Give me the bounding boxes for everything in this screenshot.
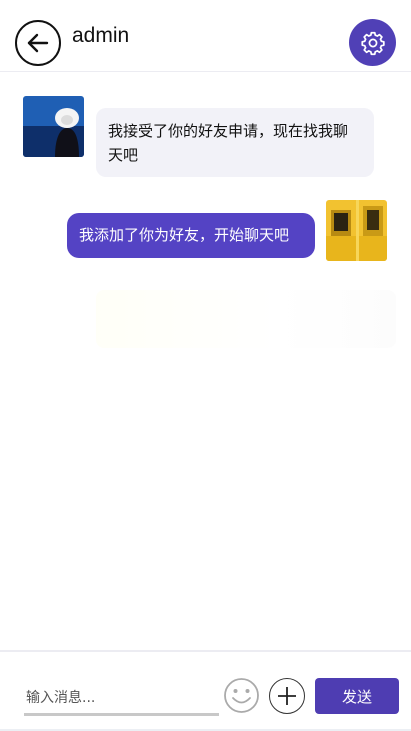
gear-icon bbox=[360, 31, 385, 55]
emoji-button[interactable] bbox=[223, 677, 260, 714]
placeholder-card bbox=[96, 290, 396, 348]
message-composer: 发送 bbox=[0, 650, 411, 731]
back-button[interactable] bbox=[15, 20, 61, 66]
yellow-train-photo bbox=[326, 200, 387, 261]
person-with-hat-photo bbox=[23, 96, 84, 157]
settings-button[interactable] bbox=[349, 19, 396, 66]
chat-area[interactable]: 我接受了你的好友申请，现在找我聊天吧 我添加了你为好友，开始聊天吧 bbox=[0, 72, 411, 650]
message-bubble-received[interactable]: 我接受了你的好友申请，现在找我聊天吧 bbox=[96, 108, 374, 177]
attach-button[interactable] bbox=[269, 678, 305, 714]
message-input[interactable] bbox=[24, 682, 219, 716]
user-avatar[interactable] bbox=[326, 200, 387, 261]
plus-icon bbox=[278, 687, 296, 705]
send-button[interactable]: 发送 bbox=[315, 678, 399, 714]
chat-header: admin bbox=[0, 0, 411, 72]
smiley-icon bbox=[224, 678, 259, 713]
arrow-left-icon bbox=[27, 33, 49, 53]
page-title: admin bbox=[72, 24, 130, 47]
message-bubble-sent[interactable]: 我添加了你为好友，开始聊天吧 bbox=[67, 213, 315, 258]
contact-avatar[interactable] bbox=[23, 96, 84, 157]
